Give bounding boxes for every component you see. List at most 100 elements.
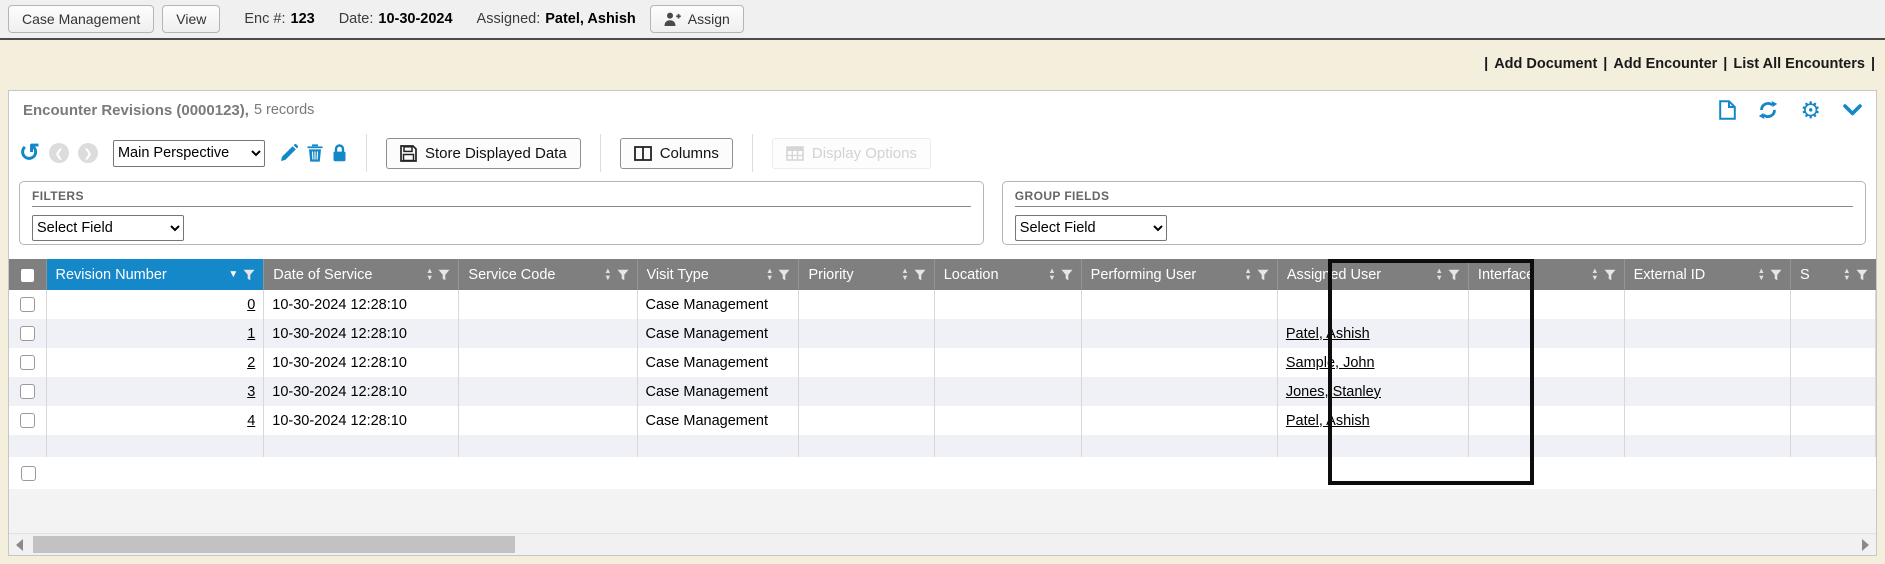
filter-icon[interactable] [438,269,450,281]
column-header-interface[interactable]: Interface▲▼ [1468,259,1624,290]
add-document-link[interactable]: Add Document [1494,56,1597,72]
column-header-location[interactable]: Location▲▼ [934,259,1081,290]
column-header-assigned-user[interactable]: Assigned User▲▼ [1277,259,1468,290]
enc-value: 123 [291,11,315,27]
delete-trash-icon[interactable] [307,144,323,162]
cell-external-id [1624,377,1790,406]
scrollbar-thumb[interactable] [33,536,515,553]
sort-icon[interactable]: ▲▼ [1591,268,1598,281]
cell-s [1791,319,1876,348]
filter-icon[interactable] [1257,269,1269,281]
assigned-user-link[interactable]: Sample, John [1286,355,1375,371]
cell-performing-user [1081,406,1277,435]
next-perspective-icon[interactable]: ❯ [78,143,98,163]
revision-number-link[interactable]: 2 [247,355,255,371]
scroll-left-arrow-icon[interactable] [16,539,23,551]
empty-cell [9,435,46,457]
lock-icon[interactable] [332,144,347,162]
store-displayed-data-button[interactable]: Store Displayed Data [386,138,581,169]
row-checkbox[interactable] [20,413,35,428]
encounter-revisions-table-wrap: Revision Number▼Date of Service▲▼Service… [9,259,1876,489]
column-header-visit-type[interactable]: Visit Type▲▼ [637,259,799,290]
filters-field-select[interactable]: Select Field [32,215,184,241]
sort-icon[interactable]: ▲▼ [1843,268,1850,281]
add-encounter-link[interactable]: Add Encounter [1613,56,1717,72]
sort-icon[interactable]: ▲▼ [901,268,908,281]
cell-service-code [459,406,637,435]
sort-icon[interactable]: ▲▼ [1758,268,1765,281]
case-management-button[interactable]: Case Management [8,5,154,33]
column-label: S [1800,267,1838,283]
group-fields-label: GROUP FIELDS [1015,189,1853,207]
empty-cell [459,435,637,457]
row-select-cell [9,319,46,348]
footer-row-checkbox[interactable] [21,466,36,481]
display-options-button[interactable]: Display Options [772,138,931,169]
chevron-down-icon[interactable] [1843,104,1862,116]
undo-icon[interactable]: ↺ [19,141,40,165]
column-header-revision-number[interactable]: Revision Number▼ [46,259,264,290]
column-header-s[interactable]: S ▲▼ [1791,259,1876,290]
sort-desc-icon[interactable]: ▼ [228,269,238,280]
assigned-user-link[interactable]: Patel, Ashish [1286,413,1370,429]
filter-icon[interactable] [243,269,255,281]
refresh-icon[interactable] [1758,100,1778,120]
revision-number-link[interactable]: 1 [247,326,255,342]
cell-date-of-service: 10-30-2024 12:28:10 [264,319,459,348]
filter-icon[interactable] [1604,269,1616,281]
date-group: Date: 10-30-2024 [339,11,453,27]
filter-icon[interactable] [1061,269,1073,281]
column-label: External ID [1634,267,1753,283]
revision-number-link[interactable]: 4 [247,413,255,429]
column-header-service-code[interactable]: Service Code▲▼ [459,259,637,290]
sort-icon[interactable]: ▲▼ [604,268,611,281]
table-row: 310-30-2024 12:28:10Case ManagementJones… [9,377,1876,406]
row-checkbox[interactable] [20,326,35,341]
column-header-performing-user[interactable]: Performing User▲▼ [1081,259,1277,290]
assigned-user-link[interactable]: Patel, Ashish [1286,326,1370,342]
sort-icon[interactable]: ▲▼ [426,268,433,281]
select-all-checkbox[interactable] [21,269,34,282]
row-select-cell [9,348,46,377]
cell-revision: 2 [46,348,264,377]
sort-icon[interactable]: ▲▼ [766,268,773,281]
revision-number-link[interactable]: 0 [247,297,255,313]
assigned-user-link[interactable]: Jones, Stanley [1286,384,1381,400]
new-document-icon[interactable] [1719,100,1736,120]
perspective-select[interactable]: Main Perspective [113,140,265,167]
filter-icon[interactable] [1856,269,1868,281]
columns-button[interactable]: Columns [620,138,733,169]
cell-service-code [459,290,637,319]
filter-icon[interactable] [914,269,926,281]
assign-button[interactable]: Assign [650,5,744,33]
scroll-right-arrow-icon[interactable] [1862,539,1869,551]
filter-icon[interactable] [778,269,790,281]
sort-icon[interactable]: ▲▼ [1244,268,1251,281]
previous-perspective-icon[interactable]: ❮ [49,143,69,163]
row-checkbox[interactable] [20,355,35,370]
gear-icon[interactable]: ⚙ [1800,100,1821,120]
select-all-header-cell [9,259,46,290]
edit-pencil-icon[interactable] [280,144,298,162]
cell-assigned-user: Sample, John [1277,348,1468,377]
filter-icon[interactable] [617,269,629,281]
toolbar-divider [366,134,367,172]
column-header-external-id[interactable]: External ID ▲▼ [1624,259,1790,290]
row-checkbox[interactable] [20,384,35,399]
view-button[interactable]: View [162,5,220,33]
row-select-cell [9,406,46,435]
sort-icon[interactable]: ▲▼ [1435,268,1442,281]
list-all-encounters-link[interactable]: List All Encounters [1733,56,1865,72]
column-header-date-of-service[interactable]: Date of Service▲▼ [264,259,459,290]
row-checkbox[interactable] [20,297,35,312]
filter-icon[interactable] [1448,269,1460,281]
revision-number-link[interactable]: 3 [247,384,255,400]
link-separator: | [1871,56,1875,72]
cell-location [934,290,1081,319]
cell-s [1791,377,1876,406]
group-fields-select[interactable]: Select Field [1015,215,1167,241]
column-header-priority[interactable]: Priority▲▼ [799,259,934,290]
horizontal-scrollbar[interactable] [9,533,1876,555]
filter-icon[interactable] [1770,269,1782,281]
sort-icon[interactable]: ▲▼ [1048,268,1055,281]
